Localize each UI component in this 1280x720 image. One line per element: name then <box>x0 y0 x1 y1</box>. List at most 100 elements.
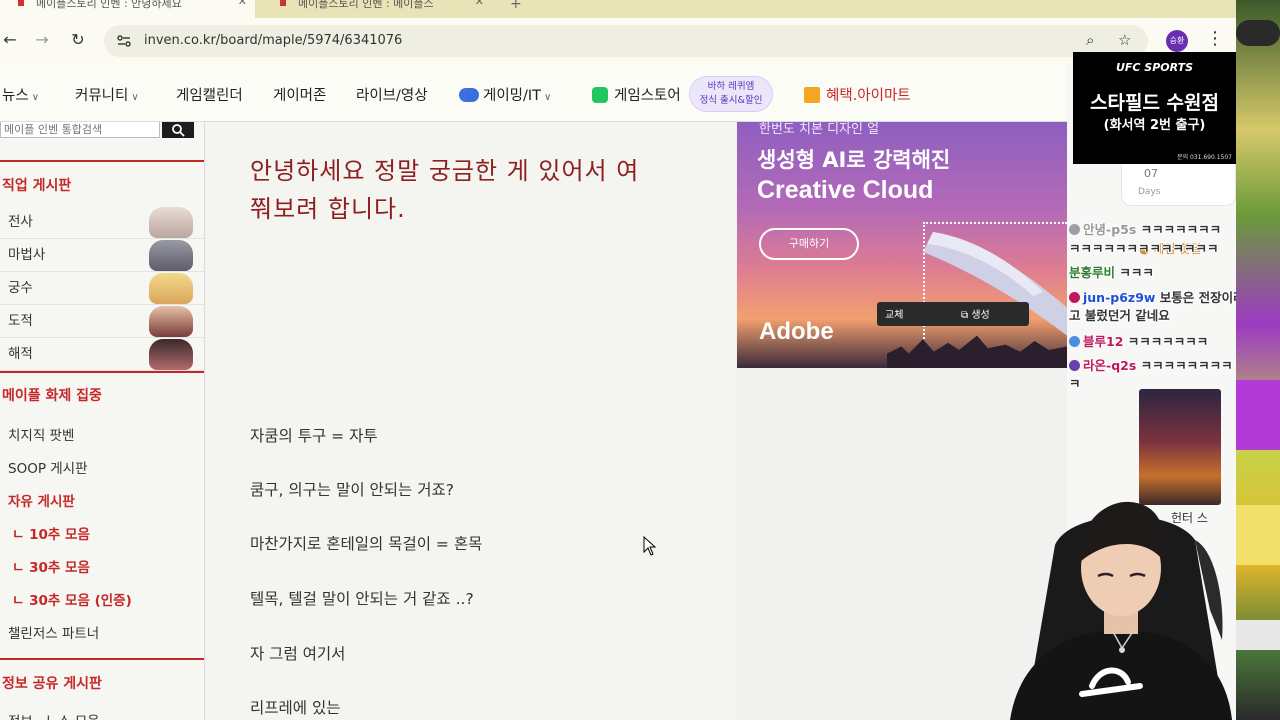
forward-arrow-icon[interactable]: → <box>32 30 52 49</box>
class-item-thief[interactable]: 도적 <box>0 305 204 338</box>
ad-product-name: Creative Cloud <box>757 176 934 204</box>
ad-edit-toolbar: 교체 ⧉ 생성 <box>877 302 1029 326</box>
nav-item-news[interactable]: 뉴스 ∨ <box>2 84 39 105</box>
promo-pill[interactable]: 바하 레퀴엠 정식 출시&할인 <box>689 76 773 112</box>
ad-tool-replace: 교체 <box>885 310 904 321</box>
search-icon <box>172 124 185 137</box>
chat-message: jun-p6z9w 보통은 전장이라 <box>1069 287 1245 306</box>
close-icon[interactable]: ✕ <box>475 0 484 7</box>
nav-item-gaming-it[interactable]: 게이밍/IT ∨ <box>459 84 551 105</box>
chat-message: 라온-q2s ㅋㅋㅋㅋㅋㅋㅋㅋ <box>1069 355 1233 374</box>
class-label: 도적 <box>8 313 33 329</box>
store-icon <box>592 87 608 103</box>
game-thumbnail[interactable] <box>1139 389 1221 505</box>
hot-topics-title: 메이플 화제 집중 <box>2 388 102 404</box>
nav-item-live-video[interactable]: 라이브/영상 <box>356 84 428 105</box>
browser-tab-2[interactable]: 메이플스토리 인벤 : 메이플스 ✕ <box>262 0 492 18</box>
class-item-warrior[interactable]: 전사 <box>0 206 204 239</box>
pirate-character-icon <box>149 339 193 370</box>
ufc-phone: 문의 031.690.1507 <box>1177 154 1232 161</box>
chat-message: 고 불렀던거 같네요 <box>1069 305 1170 324</box>
bookmark-star-icon[interactable]: ☆ <box>1118 31 1131 49</box>
sidebar-link-free-board[interactable]: 자유 게시판 <box>8 490 75 510</box>
sidebar-link-30-recs[interactable]: ㄴ 30추 모음 <box>12 556 90 576</box>
site-settings-icon[interactable] <box>116 33 132 49</box>
reload-icon[interactable]: ↻ <box>68 30 88 49</box>
sidebar-link-chzzk[interactable]: 치지직 팟벤 <box>8 424 74 444</box>
class-item-archer[interactable]: 궁수 <box>0 272 204 305</box>
sidebar-link-partners[interactable]: 챌린저스 파트너 <box>8 622 99 642</box>
section-divider <box>0 371 204 373</box>
post-text-line: 자쿰의 투구 = 자투 <box>250 427 378 445</box>
tab-label: 메이플스토리 인벤 : 메이플스 <box>298 0 434 10</box>
chat-text: 보통은 전장이라 <box>1159 290 1245 305</box>
class-item-pirate[interactable]: 해적 <box>0 338 204 371</box>
chat-text: ㅋㅋㅋㅋㅋㅋㅋㅋㅋㅋㅋㅋㅋ <box>1069 241 1219 256</box>
ad-selection-box <box>923 222 1067 354</box>
streamer-webcam <box>1010 501 1232 720</box>
browser-menu-icon[interactable]: ⋮ <box>1206 28 1224 49</box>
ad-tool-label: 생성 <box>971 310 990 321</box>
address-bar-row: ← → ↻ inven.co.kr/board/maple/5974/63410… <box>0 18 1236 64</box>
tab-label: 메이플스토리 인벤 : 안녕하세요 <box>36 0 182 10</box>
game-screen-strip <box>1236 0 1280 720</box>
section-divider <box>0 658 204 660</box>
post-text-line: 쿰구, 의구는 말이 안되는 거죠? <box>250 481 454 499</box>
sidebar-link-30-recs-verified[interactable]: ㄴ 30추 모음 (인증) <box>12 589 132 609</box>
chat-badge-icon <box>1069 336 1080 347</box>
share-icon: ⧉ <box>961 310 972 321</box>
game-hud-icon <box>1236 20 1280 46</box>
chat-text: ㅋㅋㅋㅋㅋㅋㅋㅋ <box>1140 358 1233 373</box>
post-title: 안녕하세요 정말 궁금한 게 있어서 여 쭤보려 합니다. <box>250 152 710 228</box>
nav-item-community[interactable]: 커뮤니티 ∨ <box>75 84 139 105</box>
adobe-banner-ad[interactable]: 한번도 치본 디자인 얼 생성형 AI로 강력해진 Creative Cloud… <box>737 122 1067 368</box>
promo-line: 바하 레퀴엠 <box>707 81 755 92</box>
profile-avatar[interactable]: 승환 <box>1166 30 1188 52</box>
search-button[interactable] <box>162 122 194 138</box>
post-text-line: 마찬가지로 혼테일의 목걸이 = 혼목 <box>250 535 483 553</box>
class-item-magician[interactable]: 마법사 <box>0 239 204 272</box>
inven-favicon-icon <box>280 0 286 6</box>
archer-character-icon <box>149 273 193 304</box>
title-line: 쭤보려 합니다. <box>250 195 406 223</box>
url-text: inven.co.kr/board/maple/5974/6341076 <box>144 33 403 48</box>
chevron-down-icon: ∨ <box>544 92 552 103</box>
nav-item-imart[interactable]: 혜택.아이마트 <box>804 84 911 105</box>
game-ui-block <box>1236 620 1280 650</box>
close-icon[interactable]: ✕ <box>238 0 247 7</box>
gamepad-icon <box>459 88 479 102</box>
chat-username: 분홍루비 <box>1069 265 1116 280</box>
chat-message: 블루12 ㅋㅋㅋㅋㅋㅋㅋ <box>1069 331 1208 350</box>
chat-message: 안녕-p5s ㅋㅋㅋㅋㅋㅋㅋ <box>1069 219 1221 238</box>
search-input[interactable] <box>0 122 160 138</box>
chat-text: ㅋㅋㅋㅋㅋㅋㅋ <box>1127 334 1209 349</box>
nav-label: 게임스토어 <box>614 88 681 104</box>
game-character-block <box>1236 380 1280 450</box>
section-divider <box>0 160 204 162</box>
ufc-headline: 스타필드 수원점 <box>1090 92 1219 114</box>
nav-item-gamestore[interactable]: 게임스토어 <box>592 84 681 105</box>
new-tab-icon[interactable]: + <box>510 0 522 12</box>
chat-message: ㅋ <box>1069 373 1081 392</box>
thief-character-icon <box>149 306 193 337</box>
sidebar-link-10-recs[interactable]: ㄴ 10추 모음 <box>12 523 90 543</box>
mouse-cursor-icon <box>643 536 657 556</box>
browser-tab-strip: 메이플스토리 인벤 : 안녕하세요 ✕ 메이플스토리 인벤 : 메이플스 ✕ + <box>0 0 1236 18</box>
zoom-icon[interactable]: ⌕ <box>1086 31 1094 49</box>
inven-favicon-icon <box>18 0 24 6</box>
nav-item-gamerzone[interactable]: 게이머존 <box>273 84 326 105</box>
ad-buy-button[interactable]: 구매하기 <box>759 228 859 260</box>
sidebar-link-soop[interactable]: SOOP 게시판 <box>8 457 88 477</box>
chat-username: 블루12 <box>1083 334 1124 349</box>
chat-username: 안녕-p5s <box>1083 222 1137 237</box>
nav-label: 게이밍/IT <box>483 88 542 104</box>
post-text-line: 리프레에 있는 <box>250 699 341 717</box>
ad-tool-generate: ⧉ 생성 <box>961 306 990 321</box>
chat-text: ㅋㅋㅋㅋㅋㅋㅋ <box>1140 222 1222 237</box>
adobe-logo: Adobe <box>759 318 834 345</box>
sidebar-link-info-news[interactable]: 정보 · 노스 모음 <box>8 710 100 720</box>
back-arrow-icon[interactable]: ← <box>0 30 20 49</box>
url-field[interactable]: inven.co.kr/board/maple/5974/6341076 ⌕ ☆ <box>104 25 1148 57</box>
browser-tab-1[interactable]: 메이플스토리 인벤 : 안녕하세요 ✕ <box>0 0 255 18</box>
nav-item-calendar[interactable]: 게임캘린더 <box>176 84 243 105</box>
